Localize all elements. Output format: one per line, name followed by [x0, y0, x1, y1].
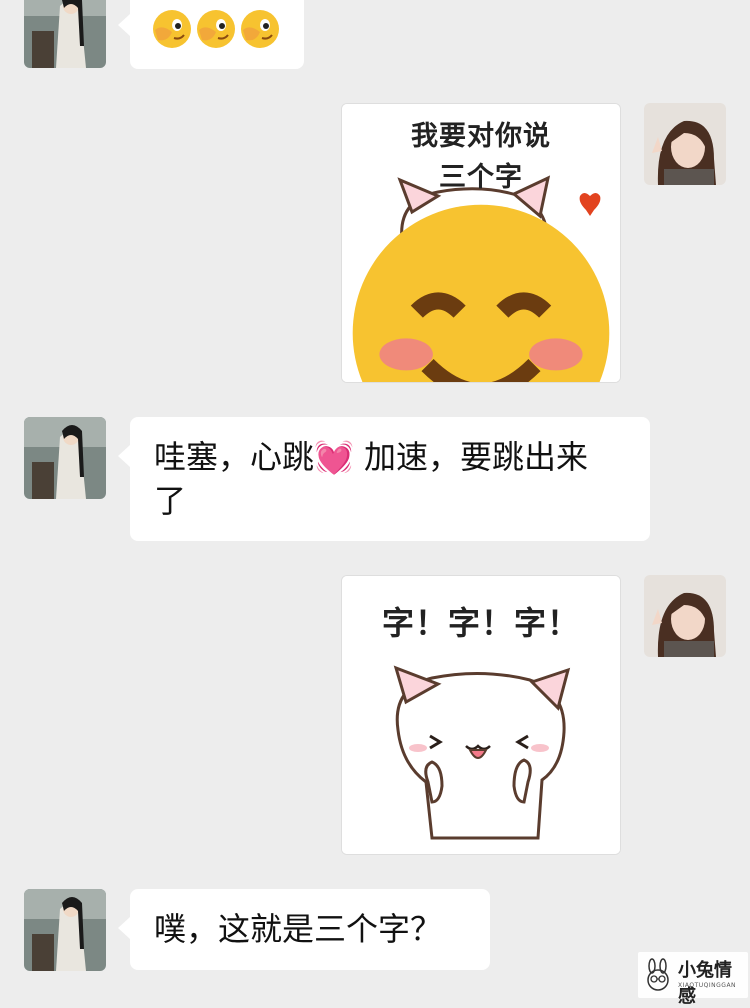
message-text: 噗，这就是三个字？: [154, 910, 443, 948]
my-avatar[interactable]: [644, 575, 726, 657]
contact-avatar[interactable]: [24, 889, 106, 971]
message-bubble-emoji[interactable]: [118, 0, 304, 69]
face-with-hand-over-eye-icon: [153, 10, 191, 48]
sticker-caption: 我要对你说 三个字: [342, 114, 620, 382]
contact-avatar[interactable]: [24, 0, 106, 68]
sticker-message[interactable]: 我要对你说 三个字: [341, 103, 621, 383]
rabbit-logo-icon: [647, 958, 669, 991]
watermark: 小兔情感 XIAOTUQINGGAN: [638, 952, 748, 1007]
sticker-message[interactable]: 字！字！字！: [341, 575, 621, 855]
contact-avatar[interactable]: [24, 417, 106, 499]
my-avatar[interactable]: [644, 103, 726, 185]
message-bubble-text[interactable]: 噗，这就是三个字？: [118, 889, 490, 970]
face-with-hand-over-eye-icon: [197, 10, 235, 48]
smiling-face-emoji-icon: [352, 204, 610, 382]
watermark-subtitle: XIAOTUQINGGAN: [678, 982, 737, 989]
message-text: 哇塞，心跳: [154, 438, 315, 476]
sticker-caption: 字！字！字！: [381, 604, 580, 642]
message-bubble-text[interactable]: 哇塞，心跳💓 加速，要跳出来 了: [118, 417, 650, 541]
beating-heart-emoji-icon: 💓: [314, 438, 354, 476]
message-text: 了: [154, 482, 187, 520]
message-text: 加速，要跳出来: [353, 438, 589, 476]
face-with-hand-over-eye-icon: [241, 10, 279, 48]
